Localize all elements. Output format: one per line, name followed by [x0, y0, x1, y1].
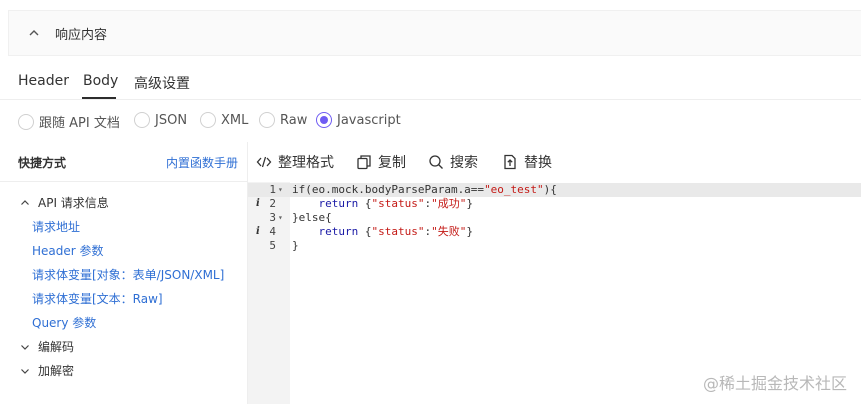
- radio-follow-api-doc[interactable]: 跟随 API 文档: [18, 112, 120, 131]
- line-number: 1: [269, 183, 276, 196]
- radio-javascript[interactable]: Javascript: [316, 112, 401, 128]
- tab-bar: Header Body 高级设置: [0, 62, 861, 100]
- info-annotation-icon[interactable]: i: [256, 225, 260, 239]
- chevron-up-icon: [21, 199, 29, 205]
- code-text: }: [292, 239, 299, 252]
- chevron-up-icon: [29, 30, 39, 36]
- tab-advanced-settings[interactable]: 高级设置: [134, 73, 190, 93]
- radio-circle: [18, 113, 34, 130]
- code-line[interactable]: i4 return {"status":"失败"}: [248, 225, 861, 239]
- line-number: 3: [269, 211, 276, 224]
- tree-item-body-object[interactable]: 请求体变量[对象：表单/JSON/XML]: [32, 266, 224, 283]
- tab-header[interactable]: Header: [18, 73, 69, 89]
- line-gutter-cell: 3 ▾: [248, 211, 290, 225]
- line-number: 5: [269, 239, 276, 252]
- format-button[interactable]: 整理格式: [256, 152, 334, 172]
- radio-circle: [200, 112, 216, 128]
- tab-body[interactable]: Body: [83, 73, 118, 89]
- radio-circle-checked: [316, 112, 332, 128]
- radio-circle: [134, 112, 150, 128]
- tree-group-encode-decode[interactable]: 编解码: [20, 338, 74, 355]
- body-type-radio-group: 跟随 API 文档 JSON XML Raw Javascript: [0, 100, 861, 142]
- sidebar-title: 快捷方式: [18, 156, 67, 170]
- code-text: return {"status":"成功"}: [318, 197, 473, 210]
- code-line[interactable]: 5}: [248, 239, 861, 253]
- editor-toolbar: 整理格式 复制 搜索 替换: [248, 142, 861, 182]
- section-title: 响应内容: [55, 27, 108, 43]
- chevron-down-icon: [21, 344, 29, 350]
- fold-toggle-icon[interactable]: ▾: [278, 183, 283, 197]
- radio-raw[interactable]: Raw: [259, 112, 307, 128]
- chevron-down-icon: [21, 368, 29, 374]
- line-gutter-cell: i2: [248, 197, 290, 211]
- code-text: return {"status":"失败"}: [318, 225, 473, 238]
- sidebar-header: 快捷方式 内置函数手册: [0, 142, 248, 182]
- replace-button[interactable]: 替换: [502, 152, 552, 172]
- copy-icon: [357, 155, 371, 170]
- radio-circle: [259, 112, 275, 128]
- tree-item-body-raw[interactable]: 请求体变量[文本：Raw]: [32, 290, 163, 307]
- response-content-header[interactable]: 响应内容: [8, 10, 861, 56]
- tree-item-query-params[interactable]: Query 参数: [32, 314, 96, 331]
- code-text: }else{: [292, 211, 332, 224]
- code-line[interactable]: i2 return {"status":"成功"}: [248, 197, 861, 211]
- code-text: if(eo.mock.bodyParseParam.a=="eo_test"){: [292, 183, 557, 196]
- fold-toggle-icon[interactable]: ▾: [278, 211, 283, 225]
- replace-icon: [504, 154, 516, 170]
- radio-json[interactable]: JSON: [134, 112, 187, 128]
- tree-group-encrypt-decrypt[interactable]: 加解密: [20, 362, 74, 379]
- builtin-functions-link[interactable]: 内置函数手册: [166, 154, 238, 171]
- search-button[interactable]: 搜索: [428, 152, 478, 172]
- watermark: @稀土掘金技术社区: [702, 374, 847, 393]
- line-number: 4: [269, 225, 276, 238]
- search-icon: [429, 155, 443, 169]
- active-tab-indicator: [82, 97, 116, 99]
- code-icon: [256, 156, 272, 168]
- info-annotation-icon[interactable]: i: [256, 197, 260, 211]
- radio-xml[interactable]: XML: [200, 112, 248, 128]
- copy-button[interactable]: 复制: [356, 152, 406, 172]
- line-gutter-cell: 1 ▾: [248, 183, 290, 197]
- tree-item-header-params[interactable]: Header 参数: [32, 242, 104, 259]
- shortcut-sidebar: 快捷方式 内置函数手册 API 请求信息 请求地址 Header 参数 请求体变…: [0, 142, 248, 404]
- line-gutter-cell: i4: [248, 225, 290, 239]
- line-number: 2: [269, 197, 276, 210]
- code-line[interactable]: 3 ▾}else{: [248, 211, 861, 225]
- tree-group-api-request-info[interactable]: API 请求信息: [20, 194, 109, 211]
- line-gutter-cell: 5: [248, 239, 290, 253]
- tree-item-request-url[interactable]: 请求地址: [32, 218, 80, 235]
- code-line[interactable]: 1 ▾ if(eo.mock.bodyParseParam.a=="eo_test"…: [248, 183, 861, 197]
